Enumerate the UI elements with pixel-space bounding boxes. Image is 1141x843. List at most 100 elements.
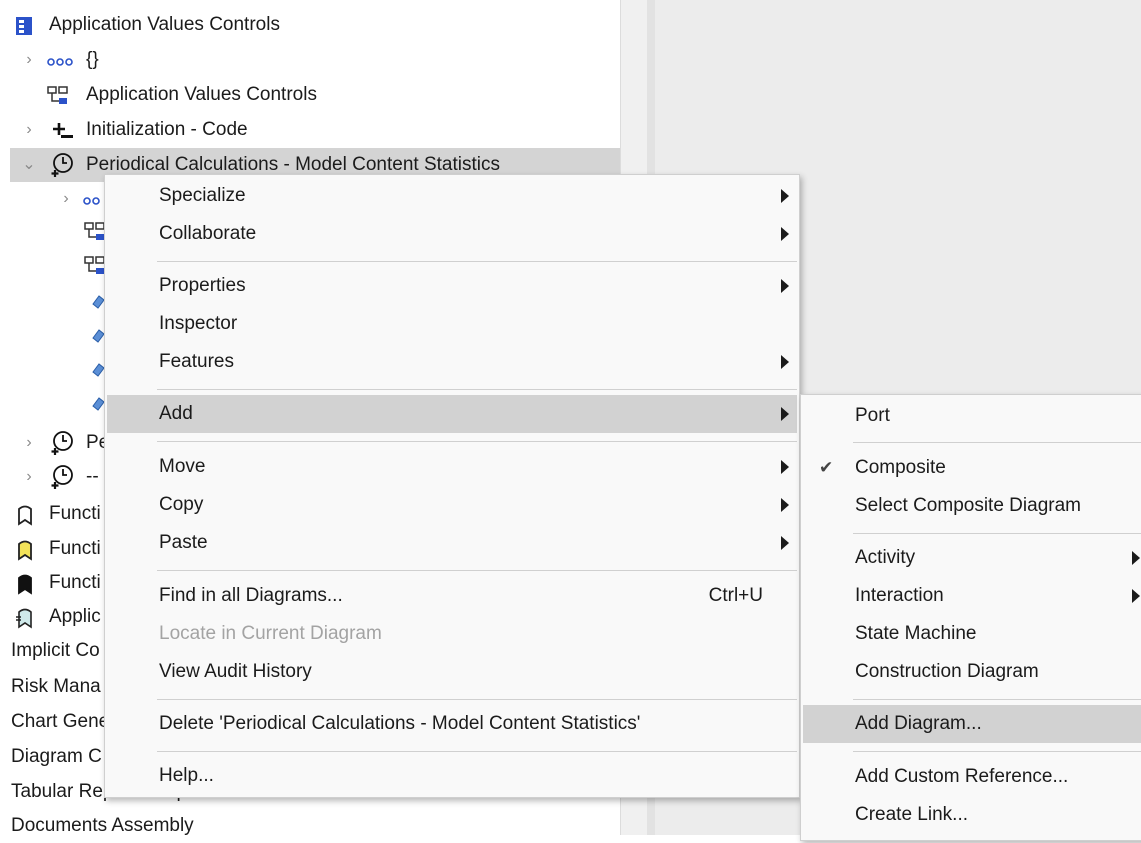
menu-item-port[interactable]: Port xyxy=(803,397,1141,435)
chevron-right-icon[interactable]: › xyxy=(22,113,36,147)
tree-row-label: Initialization - Code xyxy=(86,119,248,140)
tree-row-label: Application Values Controls xyxy=(86,84,317,105)
tree-row-label: Functi xyxy=(49,503,101,524)
menu-item-label: State Machine xyxy=(855,623,977,644)
menu-item-specialize[interactable]: Specialize xyxy=(107,177,797,215)
chevron-right-icon[interactable]: › xyxy=(22,426,36,460)
menu-item-copy[interactable]: Copy xyxy=(107,486,797,524)
tree-row-application[interactable]: Applic xyxy=(0,600,110,634)
menu-item-label: Find in all Diagrams... xyxy=(159,585,343,606)
menu-item-locate-in-current-diagram: Locate in Current Diagram xyxy=(107,615,797,653)
tree-row-application-values-controls[interactable]: Application Values Controls xyxy=(0,8,620,42)
tree-row-function[interactable]: Functi xyxy=(0,532,110,566)
tree-row-function[interactable]: Functi xyxy=(0,497,110,531)
function-filled-icon xyxy=(16,573,38,595)
menu-separator xyxy=(853,751,1141,752)
tree-row-child-action[interactable] xyxy=(0,386,110,420)
menu-item-label: Activity xyxy=(855,547,916,568)
tree-row-label: Implicit Co xyxy=(11,640,100,661)
menu-item-label: Interaction xyxy=(855,585,944,606)
menu-item-create-link[interactable]: Create Link... xyxy=(803,796,1141,834)
tree-row-risk[interactable]: Risk Mana xyxy=(0,670,110,704)
tree-row-label: -- xyxy=(86,466,99,487)
menu-item-label: Copy xyxy=(159,494,204,515)
tree-row-diagram[interactable]: Application Values Controls xyxy=(0,78,620,112)
menu-item-composite[interactable]: ✔ Composite xyxy=(803,449,1141,487)
menu-item-select-composite-diagram[interactable]: Select Composite Diagram xyxy=(803,487,1141,525)
menu-separator xyxy=(157,261,797,262)
add-submenu: Port ✔ Composite Select Composite Diagra… xyxy=(800,394,1141,841)
menu-item-label: Inspector xyxy=(159,313,238,334)
tree-row-function[interactable]: Functi xyxy=(0,566,110,600)
menu-item-interaction[interactable]: Interaction xyxy=(803,577,1141,615)
submenu-arrow-icon xyxy=(781,407,789,421)
menu-item-delete[interactable]: Delete 'Periodical Calculations - Model … xyxy=(107,705,797,743)
menu-item-label: Add Diagram... xyxy=(855,713,982,734)
chevron-right-icon[interactable]: › xyxy=(22,43,36,77)
tree-row-child-action[interactable] xyxy=(0,352,110,386)
tree-row-implicit[interactable]: Implicit Co xyxy=(0,634,110,668)
function-outline-icon xyxy=(16,504,38,526)
menu-item-add-custom-reference[interactable]: Add Custom Reference... xyxy=(803,758,1141,796)
menu-item-find-in-all-diagrams[interactable]: Find in all Diagrams... Ctrl+U xyxy=(107,577,797,615)
tree-row-periodical[interactable]: › Pe xyxy=(0,426,110,460)
menu-item-label: Add xyxy=(159,403,193,424)
chevron-right-icon[interactable]: › xyxy=(22,460,36,494)
clock-activity-icon xyxy=(50,152,73,177)
menu-item-features[interactable]: Features xyxy=(107,343,797,381)
submenu-arrow-icon xyxy=(1132,551,1140,565)
clock-activity-icon xyxy=(50,464,73,489)
menu-separator xyxy=(157,751,797,752)
menu-item-label: Delete 'Periodical Calculations - Model … xyxy=(159,713,641,734)
chevron-down-icon[interactable]: ⌄ xyxy=(22,148,36,182)
tree-row-label: Documents Assembly xyxy=(11,815,194,836)
menu-item-view-audit-history[interactable]: View Audit History xyxy=(107,653,797,691)
menu-item-label: Add Custom Reference... xyxy=(855,766,1069,787)
submenu-arrow-icon xyxy=(781,189,789,203)
tree-row-separator-activity[interactable]: › -- xyxy=(0,460,110,494)
initial-code-icon xyxy=(52,120,74,142)
menu-item-add[interactable]: Add xyxy=(107,395,797,433)
tree-row-child-diagram[interactable] xyxy=(0,248,110,282)
menu-item-paste[interactable]: Paste xyxy=(107,524,797,562)
submenu-arrow-icon xyxy=(1132,589,1140,603)
menu-separator xyxy=(853,442,1141,443)
context-menu: Specialize Collaborate Properties Inspec… xyxy=(104,174,800,798)
shortcut-label: Ctrl+U xyxy=(708,585,763,606)
menu-item-inspector[interactable]: Inspector xyxy=(107,305,797,343)
menu-item-label: Create Link... xyxy=(855,804,968,825)
tree-row-child-action[interactable] xyxy=(0,284,110,318)
menu-item-collaborate[interactable]: Collaborate xyxy=(107,215,797,253)
function-yellow-icon xyxy=(16,539,38,561)
tree-row-child-ports[interactable]: › xyxy=(0,182,110,216)
submenu-arrow-icon xyxy=(781,460,789,474)
menu-separator xyxy=(853,533,1141,534)
menu-item-label: Properties xyxy=(159,275,246,296)
menu-separator xyxy=(853,699,1141,700)
tree-row-initialization[interactable]: › Initialization - Code xyxy=(0,113,620,147)
tree-row-diagram-c[interactable]: Diagram C xyxy=(0,740,110,774)
menu-item-activity[interactable]: Activity xyxy=(803,539,1141,577)
tree-row-chart[interactable]: Chart Gene xyxy=(0,705,110,739)
menu-item-move[interactable]: Move xyxy=(107,448,797,486)
tree-row-child-diagram[interactable] xyxy=(0,214,110,248)
menu-item-add-diagram[interactable]: Add Diagram... xyxy=(803,705,1141,743)
submenu-arrow-icon xyxy=(781,227,789,241)
tree-row-label: Functi xyxy=(49,572,101,593)
tree-row-child-action[interactable] xyxy=(0,318,110,352)
menu-separator xyxy=(157,699,797,700)
checkmark-icon: ✔ xyxy=(819,458,834,477)
tree-row-ports[interactable]: › {} xyxy=(0,43,620,77)
menu-item-help[interactable]: Help... xyxy=(107,757,797,795)
tree-row-documents-assembly[interactable]: Documents Assembly xyxy=(0,809,300,843)
menu-item-construction-diagram[interactable]: Construction Diagram xyxy=(803,653,1141,691)
tree-row-label: Diagram C xyxy=(11,746,102,767)
menu-separator xyxy=(157,389,797,390)
menu-item-label: Paste xyxy=(159,532,208,553)
menu-item-label: Move xyxy=(159,456,206,477)
menu-separator xyxy=(157,441,797,442)
submenu-arrow-icon xyxy=(781,498,789,512)
menu-item-properties[interactable]: Properties xyxy=(107,267,797,305)
menu-item-state-machine[interactable]: State Machine xyxy=(803,615,1141,653)
chevron-right-icon[interactable]: › xyxy=(59,182,73,216)
